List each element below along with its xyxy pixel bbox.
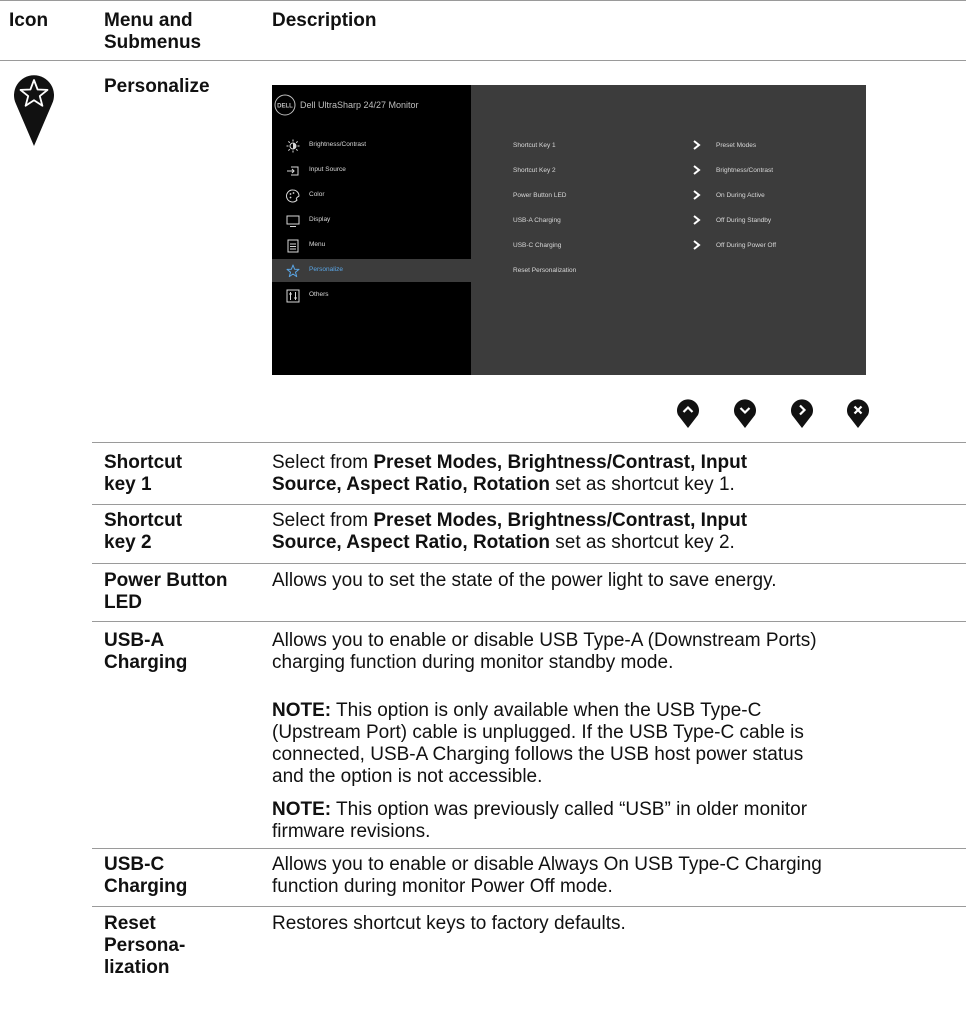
desc-bold-text: Source, Aspect Ratio, Rotation	[272, 474, 550, 495]
top-rule	[0, 0, 966, 1]
right-icon[interactable]	[790, 398, 814, 428]
osd-sub-value: Off During Standby	[716, 217, 772, 224]
menu-name-line: Shortcut	[104, 510, 183, 531]
note-label: NOTE:	[272, 700, 332, 721]
note-text: This option was previously called “USB” …	[331, 799, 808, 820]
row-rule	[92, 621, 966, 622]
menu-reset-personalization: Reset Persona- lization	[104, 913, 185, 979]
osd-sub-usb-a-charging[interactable]: USB-A Charging Off During Standby	[272, 215, 866, 231]
menu-name-line: Shortcut	[104, 452, 183, 473]
dell-logo-text: DELL	[277, 104, 293, 110]
row-rule	[92, 906, 966, 907]
desc-shortcut-key-1: Select from Preset Modes, Brightness/Con…	[272, 452, 747, 496]
desc-text: Allows you to set the state of the power…	[272, 570, 777, 591]
osd-sub-value: Brightness/Contrast	[716, 167, 774, 174]
desc-bold-text: Source, Aspect Ratio, Rotation	[272, 532, 550, 553]
note-label: NOTE:	[272, 799, 332, 820]
desc-text: Restores shortcut keys to factory defaul…	[272, 913, 626, 934]
note-usb-a-2: NOTE: This option was previously called …	[272, 799, 807, 843]
header-menu-line1: Menu and	[104, 10, 193, 31]
dell-logo: DELL	[274, 94, 296, 116]
header-menu-line2: Submenus	[104, 32, 202, 53]
menu-name-line: Charging	[104, 652, 188, 673]
desc-text: set as shortcut key 1.	[550, 474, 735, 495]
osd-title: Dell UltraSharp 24/27 Monitor	[300, 100, 419, 110]
osd-sub-label: USB-C Charging	[513, 242, 562, 249]
menu-name-line: key 2	[104, 532, 152, 553]
note-text: connected, USB-A Charging follows the US…	[272, 744, 804, 765]
menu-name-line: Power Button	[104, 570, 228, 591]
osd-item-label: Others	[309, 291, 329, 298]
menu-usb-c-charging: USB-C Charging	[104, 854, 187, 898]
osd-sub-label: Shortcut Key 2	[513, 167, 556, 174]
note-usb-a-1: NOTE: This option is only available when…	[272, 700, 804, 788]
row-rule	[92, 442, 966, 443]
osd-sub-shortcut-key-1[interactable]: Shortcut Key 1 Preset Modes	[272, 140, 866, 156]
menu-usb-a-charging: USB-A Charging	[104, 630, 187, 674]
chevron-right-icon	[693, 215, 701, 225]
desc-text: charging function during monitor standby…	[272, 652, 674, 673]
menu-name-line: key 1	[104, 474, 152, 495]
desc-text: Select from	[272, 510, 374, 531]
menu-name-line: Persona-	[104, 935, 186, 956]
menu-name-line: USB-C	[104, 854, 165, 875]
close-icon[interactable]	[846, 398, 870, 428]
osd-sub-usb-c-charging[interactable]: USB-C Charging Off During Power Off	[272, 240, 866, 256]
header-rule	[0, 60, 966, 61]
osd-sub-value: Off During Power Off	[716, 242, 777, 249]
header-menu: Menu and Submenus	[104, 10, 201, 54]
menu-shortcut-key-2: Shortcut key 2	[104, 510, 182, 554]
note-text: This option is only available when the U…	[331, 700, 762, 721]
down-icon[interactable]	[733, 398, 757, 428]
desc-bold-text: Preset Modes, Brightness/Contrast, Input	[373, 452, 748, 473]
desc-text: Select from	[272, 452, 374, 473]
header-icon: Icon	[9, 10, 49, 31]
row-rule	[92, 504, 966, 505]
osd-sub-label: USB-A Charging	[513, 217, 561, 224]
desc-text: function during monitor Power Off mode.	[272, 876, 613, 897]
header-description: Description	[272, 10, 377, 31]
menu-name-line: LED	[104, 592, 142, 613]
desc-power-button-led: Allows you to set the state of the power…	[272, 570, 776, 592]
osd-sub-label: Reset Personalization	[513, 267, 577, 274]
menu-shortcut-key-1: Shortcut key 1	[104, 452, 182, 496]
desc-usb-a-charging: Allows you to enable or disable USB Type…	[272, 630, 817, 674]
chevron-right-icon	[693, 165, 701, 175]
osd-sub-label: Shortcut Key 1	[513, 142, 556, 149]
menu-name-line: Charging	[104, 876, 188, 897]
desc-text: set as shortcut key 2.	[550, 532, 735, 553]
note-text: (Upstream Port) cable is unplugged. If t…	[272, 722, 804, 743]
section-title: Personalize	[104, 76, 210, 97]
osd-sub-value: On During Active	[716, 192, 765, 199]
menu-name-line: USB-A	[104, 630, 165, 651]
personalize-star-icon	[12, 68, 56, 146]
menu-name-line: Reset	[104, 913, 156, 934]
osd-sub-power-button-led[interactable]: Power Button LED On During Active	[272, 190, 866, 206]
row-rule	[92, 848, 966, 849]
desc-bold-text: Preset Modes, Brightness/Contrast, Input	[373, 510, 748, 531]
desc-text: Allows you to enable or disable Always O…	[272, 854, 822, 875]
osd-sub-shortcut-key-2[interactable]: Shortcut Key 2 Brightness/Contrast	[272, 165, 866, 181]
desc-reset-personalization: Restores shortcut keys to factory defaul…	[272, 913, 626, 935]
desc-shortcut-key-2: Select from Preset Modes, Brightness/Con…	[272, 510, 747, 554]
chevron-right-icon	[693, 140, 701, 150]
note-text: and the option is not accessible.	[272, 766, 543, 787]
osd-item-others[interactable]: Others	[272, 289, 471, 305]
note-text: firmware revisions.	[272, 821, 431, 842]
chevron-right-icon	[693, 190, 701, 200]
desc-usb-c-charging: Allows you to enable or disable Always O…	[272, 854, 822, 898]
menu-name-line: lization	[104, 957, 170, 978]
chevron-right-icon	[693, 240, 701, 250]
osd-sub-reset-personalization[interactable]: Reset Personalization	[272, 267, 866, 281]
up-icon[interactable]	[676, 398, 700, 428]
row-rule	[92, 563, 966, 564]
osd-screenshot: DELL Dell UltraSharp 24/27 Monitor Brigh…	[272, 85, 866, 375]
osd-sub-value: Preset Modes	[716, 142, 757, 149]
desc-text: Allows you to enable or disable USB Type…	[272, 630, 817, 651]
others-icon	[286, 289, 300, 303]
osd-sub-label: Power Button LED	[513, 192, 567, 199]
menu-power-button-led: Power Button LED	[104, 570, 228, 614]
